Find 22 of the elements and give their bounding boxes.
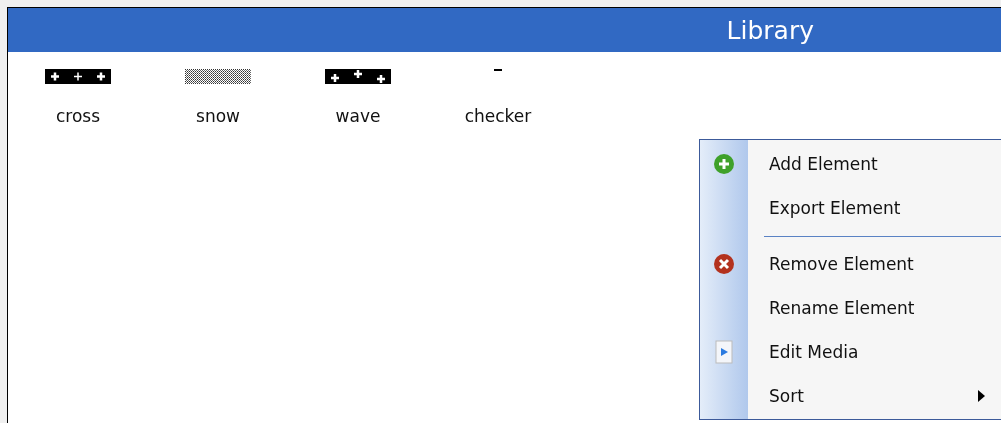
menu-item[interactable]: Export Element bbox=[700, 186, 1001, 230]
media-icon bbox=[715, 340, 733, 364]
remove-icon bbox=[713, 253, 735, 275]
element-label: snow bbox=[196, 106, 240, 126]
panel-title: Library bbox=[726, 15, 814, 45]
menu-item[interactable]: Sort bbox=[700, 374, 1001, 418]
pattern-swatch-icon bbox=[45, 68, 111, 84]
element-label: checker bbox=[464, 106, 532, 126]
pattern-swatch-icon bbox=[185, 68, 251, 84]
library-element[interactable]: cross bbox=[8, 66, 148, 126]
submenu-arrow-icon bbox=[978, 390, 985, 402]
library-element[interactable]: snow bbox=[148, 66, 288, 126]
library-element[interactable]: wave bbox=[288, 66, 428, 126]
element-label: cross bbox=[55, 106, 101, 126]
menu-item[interactable]: Add Element bbox=[700, 142, 1001, 186]
menu-item[interactable]: Edit Media bbox=[700, 330, 1001, 374]
pattern-swatch-icon bbox=[325, 68, 391, 84]
add-icon bbox=[713, 153, 735, 175]
menu-item[interactable]: Rename Element bbox=[700, 286, 1001, 330]
library-element[interactable]: checker bbox=[428, 66, 568, 126]
element-label: wave bbox=[335, 106, 381, 126]
menu-item[interactable]: Remove Element bbox=[700, 242, 1001, 286]
